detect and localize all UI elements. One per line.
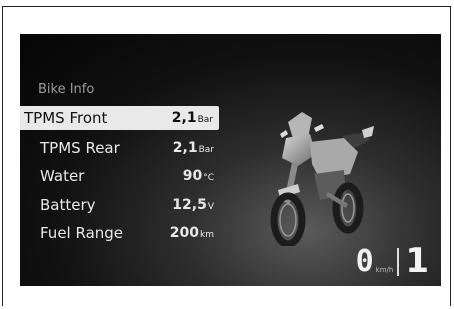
speed-unit: km/h <box>375 266 394 274</box>
menu-item-label: TPMS Front <box>24 109 108 127</box>
menu-item-label: Water <box>40 167 85 185</box>
menu-item-value: 12,5V <box>172 197 214 213</box>
menu-item-value: 200km <box>169 225 214 241</box>
gear-indicator: 1 <box>405 241 429 281</box>
speed-value: 0 <box>355 244 374 279</box>
menu-item-value: 2,1Bar <box>171 110 213 126</box>
menu-item-label: Battery <box>40 196 96 214</box>
menu-item-value: 2,1Bar <box>172 140 214 156</box>
menu-item-unit: km <box>200 230 214 240</box>
section-title: Bike Info <box>38 82 95 97</box>
divider <box>397 248 400 276</box>
menu-item-tpms-rear[interactable]: TPMS Rear 2,1Bar <box>20 136 220 160</box>
menu-item-fuel-range[interactable]: Fuel Range 200km <box>20 221 220 245</box>
menu-item-battery[interactable]: Battery 12,5V <box>20 193 220 217</box>
menu-item-unit: Bar <box>197 115 213 125</box>
menu-item-unit: V <box>207 202 214 212</box>
menu-item-unit: Bar <box>198 145 214 155</box>
menu-item-unit: °C <box>203 173 214 183</box>
menu-item-tpms-front[interactable]: TPMS Front 2,1Bar <box>20 106 219 130</box>
motorcycle-icon <box>270 112 374 246</box>
menu-item-label: TPMS Rear <box>40 139 120 157</box>
menu-item-value: 90°C <box>182 168 214 184</box>
speed-gear-display: 0 km/h 1 <box>355 241 429 281</box>
menu-item-label: Fuel Range <box>40 224 124 242</box>
menu-item-water[interactable]: Water 90°C <box>20 164 220 188</box>
dashboard-screen: Bike Info TPMS Front 2,1Bar TPMS Rear 2,… <box>20 34 441 286</box>
